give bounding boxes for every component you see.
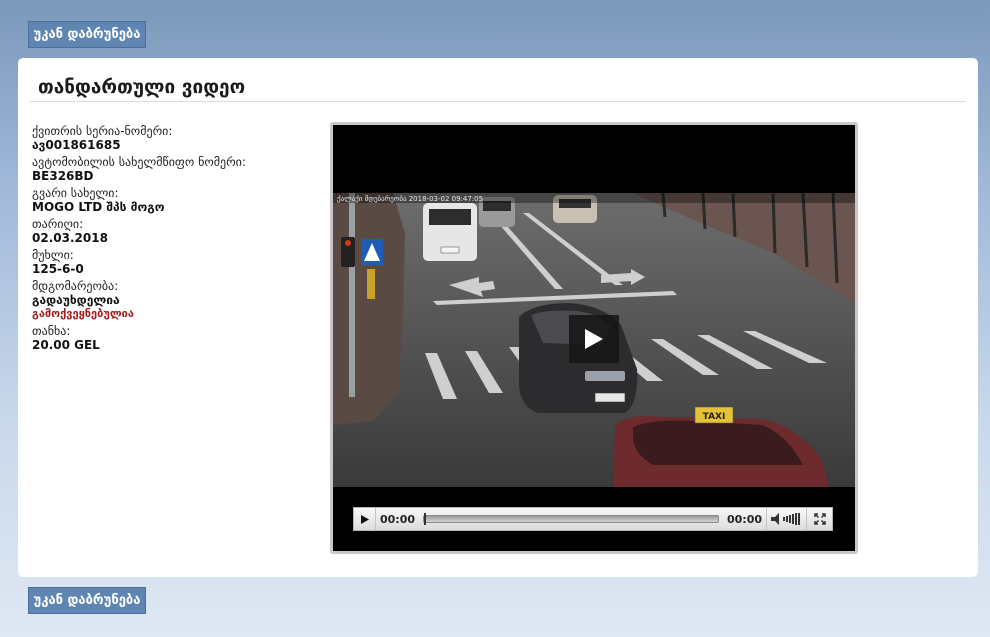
video-player: TAXI ქალაქი მდებარეობა 2018-03-02 09:47:… <box>330 122 858 554</box>
taxi-sign-text: TAXI <box>703 412 726 422</box>
status-published: გამოქვეყნებულია <box>32 307 134 320</box>
owner-name-value: MOGO LTD შპს მოგო <box>32 200 165 214</box>
attached-video-panel: თანდართული ვიდეო ქვითრის სერია-ნომერი: ა… <box>18 58 978 577</box>
big-play-button[interactable] <box>569 315 619 363</box>
title-divider <box>30 101 966 102</box>
video-controls: 00:00 00:00 <box>353 507 833 531</box>
date-label: თარიღი: <box>32 217 84 231</box>
video-timestamp: ქალაქი მდებარეობა 2018-03-02 09:47:05 <box>337 194 483 203</box>
seek-handle[interactable] <box>424 513 427 525</box>
back-button-top[interactable]: უკან დაბრუნება <box>28 21 146 48</box>
plate-number-value: BE326BD <box>32 169 94 183</box>
amount-label: თანხა: <box>32 324 71 338</box>
play-icon <box>585 329 603 349</box>
page-title: თანდართული ვიდეო <box>38 76 246 98</box>
volume-control[interactable] <box>766 508 806 530</box>
receipt-number-label: ქვითრის სერია-ნომერი: <box>32 124 173 138</box>
white-van <box>423 203 477 261</box>
receipt-number-value: ავ001861685 <box>32 138 121 152</box>
info-amount: თანხა: 20.00 GEL <box>32 324 322 352</box>
date-value: 02.03.2018 <box>32 231 108 245</box>
play-pause-button[interactable] <box>354 508 376 530</box>
amount-value: 20.00 GEL <box>32 338 100 352</box>
status-value: გადაუხდელია <box>32 293 120 307</box>
info-owner-name: გვარი სახელი: MOGO LTD შპს მოგო <box>32 186 322 214</box>
left-sidewalk <box>333 193 405 425</box>
fine-details: ქვითრის სერია-ნომერი: ავ001861685 ავტომო… <box>32 124 322 355</box>
volume-icon <box>770 513 800 525</box>
info-article: მუხლი: 125-6-0 <box>32 248 322 276</box>
status-label: მდგომარეობა: <box>32 279 119 293</box>
article-value: 125-6-0 <box>32 262 84 276</box>
info-receipt-number: ქვითრის სერია-ნომერი: ავ001861685 <box>32 124 322 152</box>
duration: 00:00 <box>726 512 762 526</box>
plate-number-label: ავტომობილის სახელმწიფო ნომერი: <box>32 155 246 169</box>
info-date: თარიღი: 02.03.2018 <box>32 217 322 245</box>
seek-bar[interactable] <box>423 513 719 525</box>
fullscreen-button[interactable] <box>806 508 832 530</box>
info-plate-number: ავტომობილის სახელმწიფო ნომერი: BE326BD <box>32 155 322 183</box>
small-play-icon <box>360 514 369 524</box>
current-time: 00:00 <box>380 512 416 526</box>
fullscreen-icon <box>813 513 826 525</box>
owner-name-label: გვარი სახელი: <box>32 186 119 200</box>
article-label: მუხლი: <box>32 248 74 262</box>
back-button-bottom[interactable]: უკან დაბრუნება <box>28 587 146 614</box>
info-status: მდგომარეობა: გადაუხდელია გამოქვეყნებულია <box>32 279 322 321</box>
